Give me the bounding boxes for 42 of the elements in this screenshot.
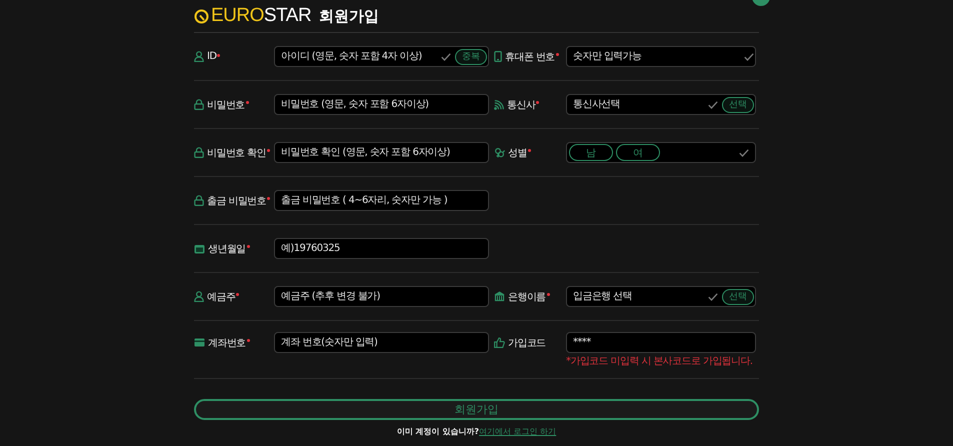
page-title: 회원가입 — [319, 6, 380, 26]
field-label: 비밀번호 — [207, 98, 245, 112]
input-field[interactable]: 예)19760325 — [274, 238, 489, 259]
signal-icon — [494, 100, 504, 110]
field-label: 성별 — [508, 146, 527, 160]
signup-button[interactable]: 회원가입 — [194, 399, 759, 420]
lock-icon — [194, 147, 204, 158]
gender-option[interactable]: 남 — [569, 144, 613, 161]
lock-icon — [194, 195, 204, 206]
gender-icon — [494, 147, 505, 158]
hint-text: *가입코드 미입력 시 본사코드로 가입됩니다. — [566, 356, 752, 368]
thumbs-up-icon — [494, 337, 505, 348]
person-icon — [194, 291, 204, 302]
calendar-icon — [194, 244, 205, 254]
input-field[interactable]: 비밀번호 (영문, 숫자 포함 6자이상) — [274, 94, 489, 115]
input-field[interactable]: 비밀번호 확인 (영문, 숫자 포함 6자이상) — [274, 142, 489, 163]
field-label: 출금 비밀번호 — [207, 194, 266, 208]
person-icon — [194, 51, 204, 62]
login-link[interactable]: 여기에서 로그인 하기 — [479, 426, 556, 437]
lock-icon — [194, 99, 204, 110]
input-field[interactable]: **** — [566, 332, 756, 353]
bank-icon — [494, 291, 505, 302]
brand-logo: EUROSTAR — [211, 5, 312, 27]
phone-icon — [494, 51, 502, 62]
input-field[interactable]: 숫자만 입력가능 — [566, 46, 756, 67]
field-label: 휴대폰 번호 — [505, 50, 555, 64]
field-label: 생년월일 — [208, 242, 246, 256]
input-field[interactable]: 출금 비밀번호 ( 4~6자리, 숫자만 가능 ) — [274, 190, 489, 211]
input-field[interactable]: 예금주 (추후 변경 불가) — [274, 286, 489, 307]
field-label: ID — [207, 51, 216, 62]
field-label: 가입코드 — [508, 336, 546, 350]
field-label: 은행이름 — [508, 290, 546, 304]
logo-icon — [194, 8, 209, 24]
field-label: 예금주 — [207, 290, 236, 304]
account-question: 이미 계정이 있습니까? — [396, 426, 480, 437]
gender-selector[interactable]: 남 여 — [566, 142, 756, 163]
card-icon — [194, 338, 205, 347]
field-label: 통신사 — [507, 98, 536, 112]
gender-option[interactable]: 여 — [616, 144, 660, 161]
input-field[interactable]: 계좌 번호(숫자만 입력) — [274, 332, 489, 353]
field-label: 비밀번호 확인 — [207, 146, 266, 160]
field-label: 계좌번호 — [208, 336, 246, 350]
